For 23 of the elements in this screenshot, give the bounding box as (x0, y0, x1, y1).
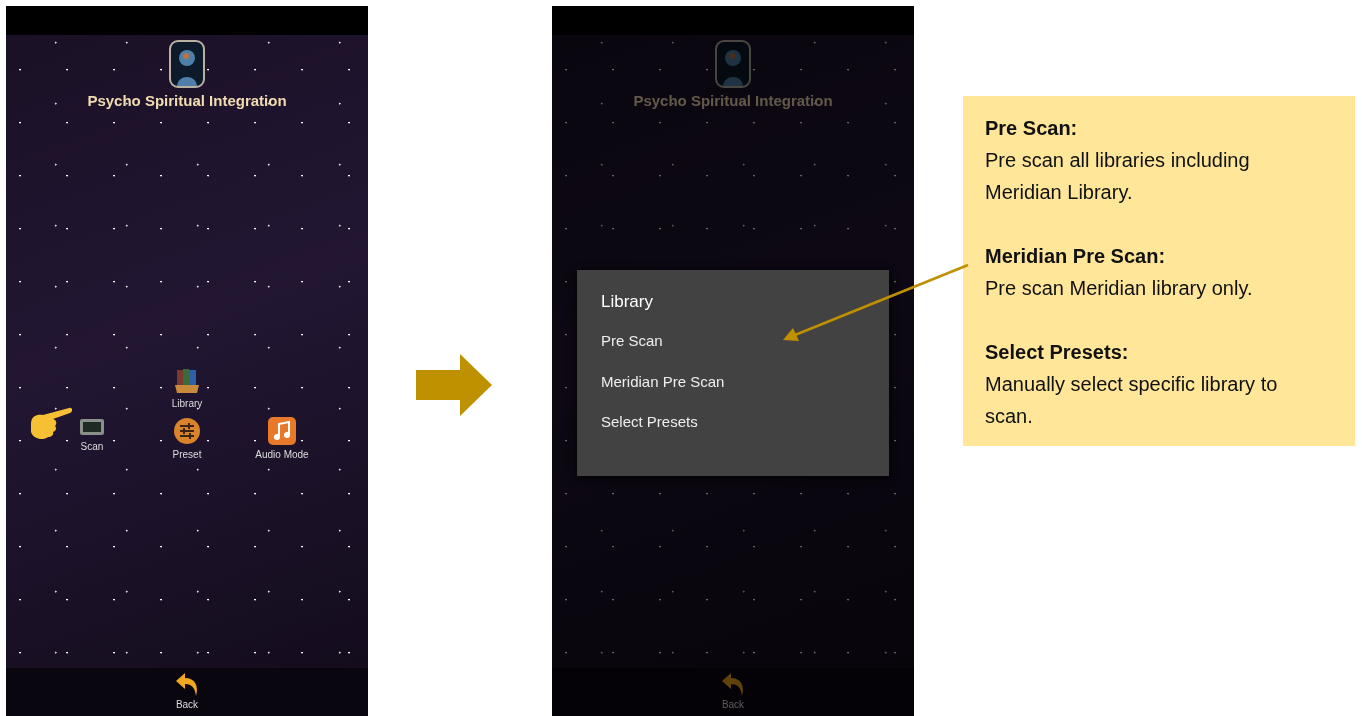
head-logo-icon (169, 40, 205, 88)
back-arrow-icon (721, 672, 745, 697)
books-icon (173, 368, 201, 394)
music-note-icon (268, 417, 296, 445)
dialog-option[interactable]: Pre Scan (601, 332, 865, 373)
callout-text: Select Presets: Manually select specific library to scan. (985, 340, 1279, 429)
back-arrow-icon (175, 672, 199, 697)
app-title: Psycho Spiritual Integration (87, 92, 287, 109)
app-title: Psycho Spiritual Integration (633, 92, 833, 109)
app-button[interactable]: Preset (172, 417, 202, 460)
callout-text: Meridian Pre Scan: Pre scan Meridian library only. (985, 244, 1254, 301)
dialog-option[interactable]: Select Presets (601, 413, 865, 454)
back-button[interactable]: Back (175, 668, 199, 716)
head-logo-icon (715, 40, 751, 88)
callout-text: Pre Scan: Pre scan all libraries including Meridian Library. (985, 116, 1251, 205)
app-button[interactable]: Audio Mode (255, 417, 309, 460)
app-button[interactable]: Library (171, 368, 203, 409)
app-button[interactable]: Scan (79, 417, 105, 460)
sliders-icon (173, 417, 201, 445)
dialog-title: Library (601, 292, 654, 312)
device-icon (79, 417, 105, 437)
dialog-option[interactable]: Meridian Pre Scan (601, 372, 865, 414)
right-arrow-icon (416, 354, 492, 416)
